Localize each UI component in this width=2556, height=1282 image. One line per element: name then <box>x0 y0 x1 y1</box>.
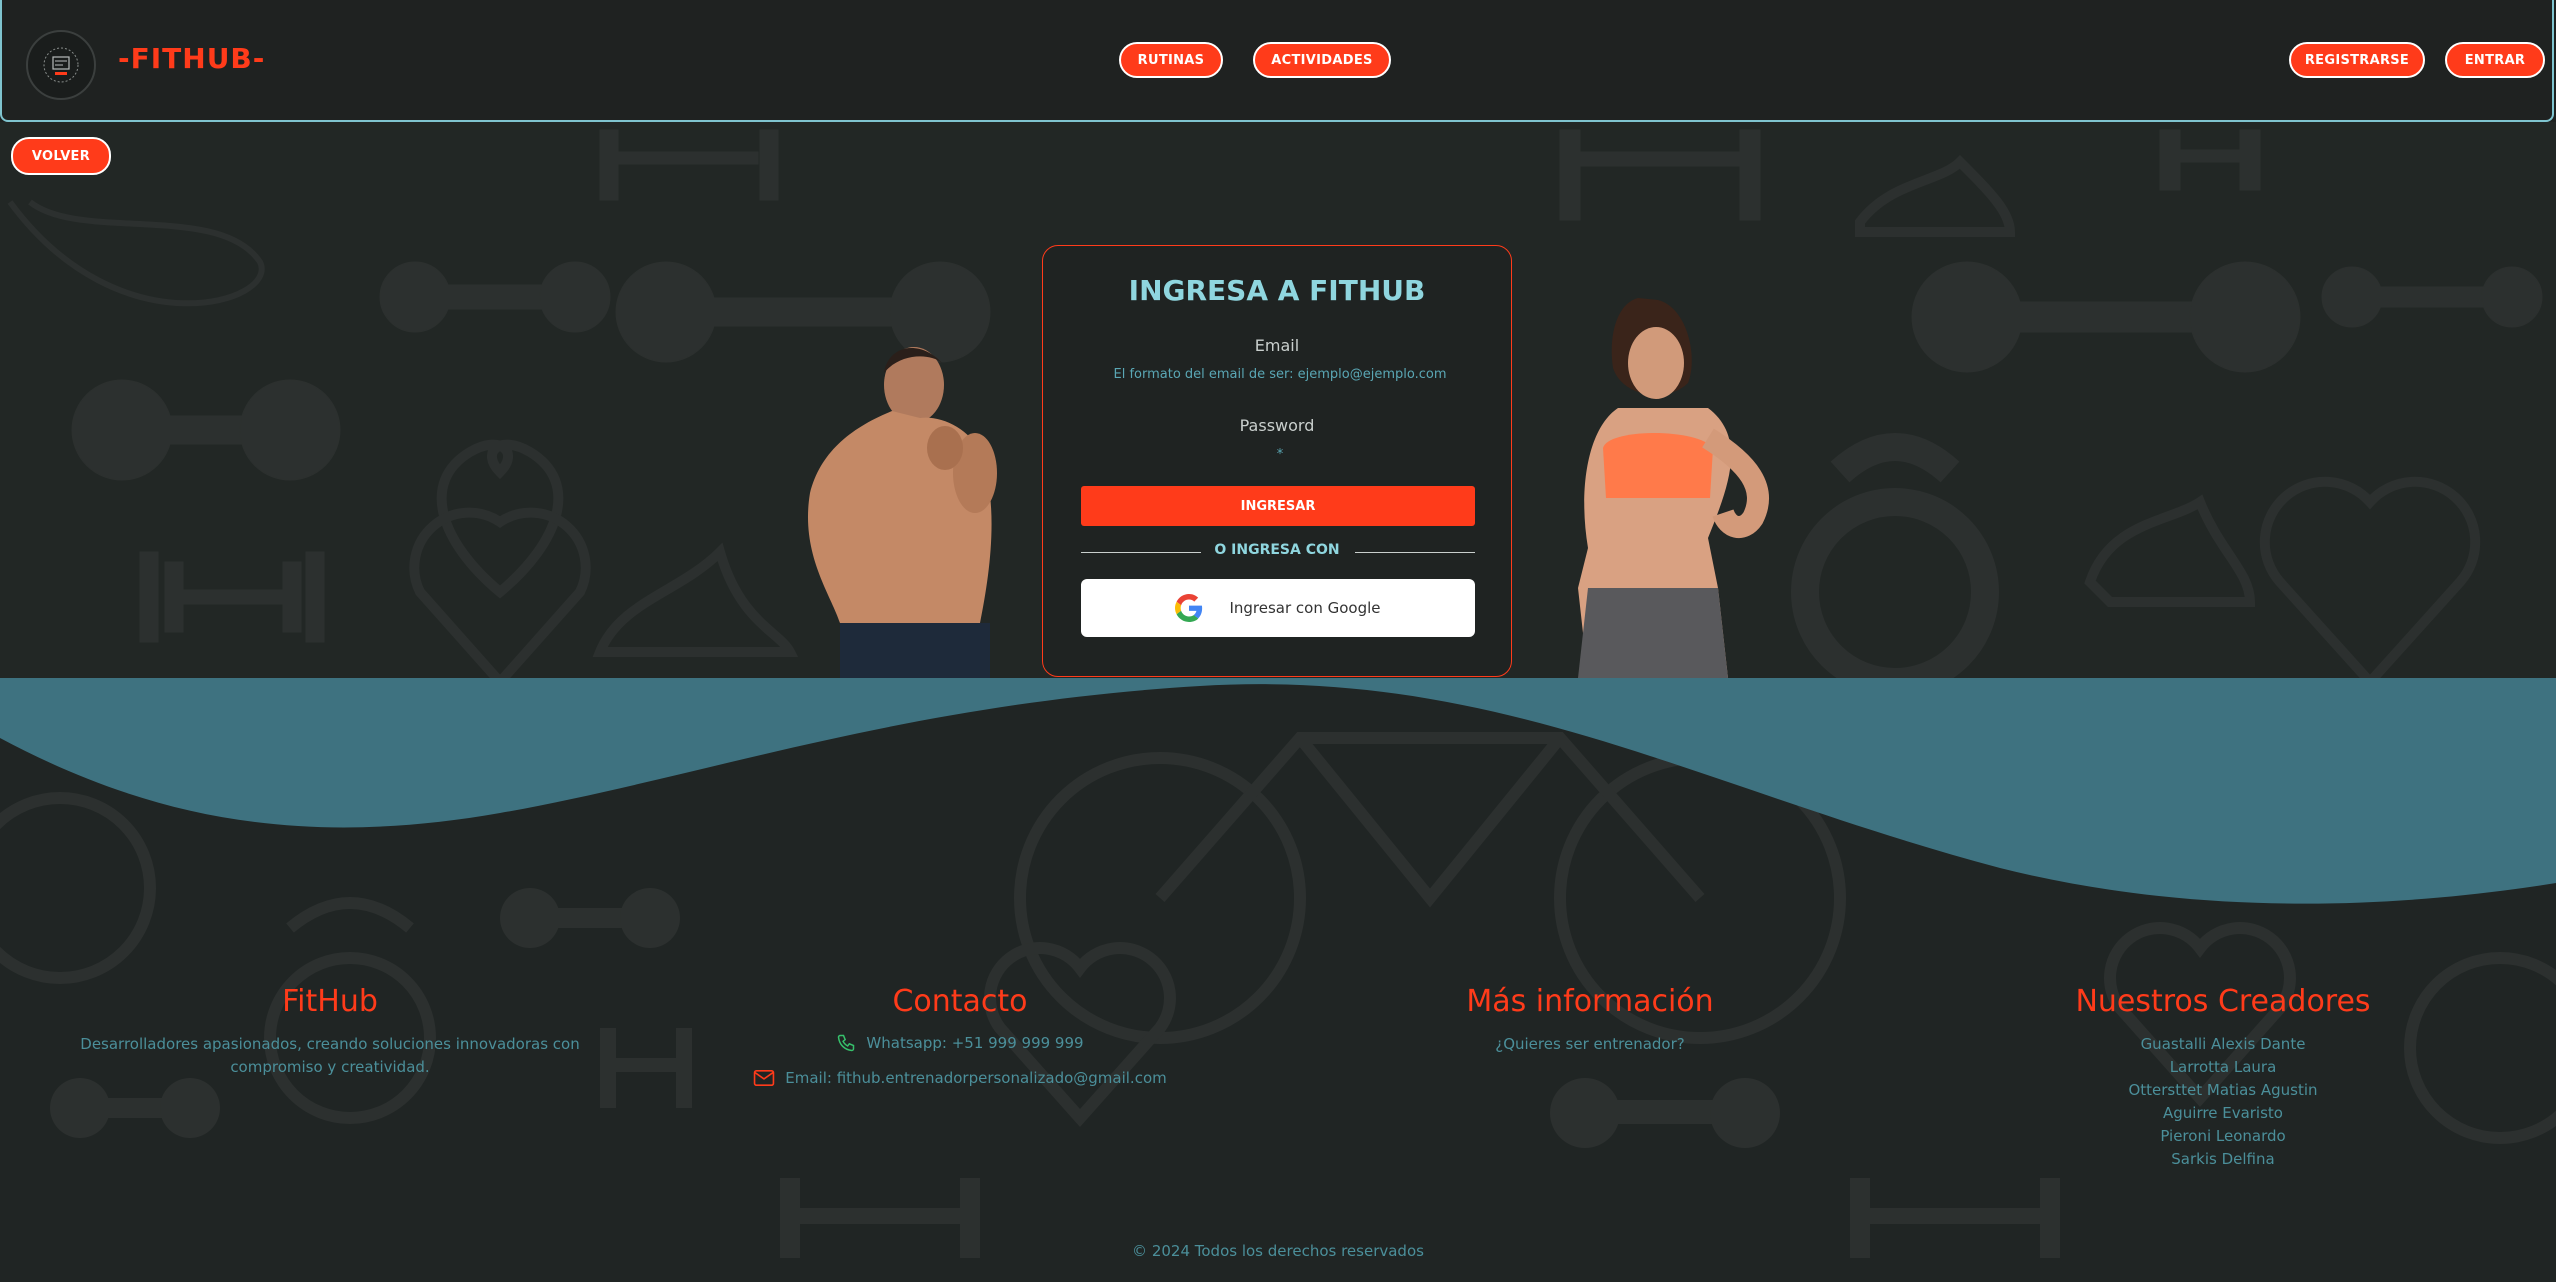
footer-about-column: FitHub Desarrolladores apasionados, crea… <box>70 984 590 1079</box>
divider-right-line <box>1355 552 1475 553</box>
copyright: © 2024 Todos los derechos reservados <box>1132 1242 1424 1260</box>
logo[interactable] <box>26 30 96 100</box>
email-input[interactable] <box>1073 362 1487 386</box>
login-card: INGRESA A FITHUB Email Password INGRESAR… <box>1042 245 1512 677</box>
divider-label: O INGRESA CON <box>1214 542 1340 558</box>
creator-name: Larrotta Laura <box>2169 1058 2277 1076</box>
password-input[interactable] <box>1073 442 1487 466</box>
password-label: Password <box>1239 416 1315 435</box>
login-title: INGRESA A FITHUB <box>1128 274 1426 307</box>
male-athlete-image <box>807 347 997 678</box>
creator-name: Ottersttet Matias Agustin <box>2128 1081 2318 1099</box>
footer-trainer-link[interactable]: ¿Quieres ser entrenador? <box>1380 1033 1800 1056</box>
footer-about-title: FitHub <box>282 984 378 1019</box>
mail-icon <box>753 1069 775 1087</box>
brand-title[interactable]: -FITHUB- <box>118 42 265 75</box>
register-button[interactable]: REGISTRARSE <box>2289 42 2425 78</box>
footer-email-line[interactable]: Email: fithub.entrenadorpersonalizado@gm… <box>700 1069 1220 1087</box>
creator-name: Guastalli Alexis Dante <box>2140 1035 2306 1053</box>
footer-contact-column: Contacto Whatsapp: +51 999 999 999 Email… <box>700 984 1220 1087</box>
google-login-button[interactable]: Ingresar con Google <box>1081 579 1475 637</box>
google-icon <box>1175 594 1203 622</box>
nav-rutinas-button[interactable]: RUTINAS <box>1119 42 1223 78</box>
footer-whatsapp-line[interactable]: Whatsapp: +51 999 999 999 <box>700 1033 1220 1053</box>
back-button[interactable]: VOLVER <box>11 137 111 175</box>
footer-creators-title: Nuestros Creadores <box>2075 984 2371 1019</box>
logo-icon <box>43 47 79 83</box>
creator-name: Aguirre Evaristo <box>2163 1104 2283 1122</box>
wave-divider <box>0 678 2556 904</box>
footer-info-column: Más información ¿Quieres ser entrenador? <box>1380 984 1800 1056</box>
email-label: Email <box>1254 336 1300 355</box>
footer: FitHub Desarrolladores apasionados, crea… <box>0 678 2556 1282</box>
footer-whatsapp-text: Whatsapp: +51 999 999 999 <box>866 1034 1084 1052</box>
creator-name: Sarkis Delfina <box>2171 1150 2275 1168</box>
female-athlete-image <box>1578 298 1769 678</box>
google-login-label: Ingresar con Google <box>1229 599 1381 617</box>
ingresar-button[interactable]: INGRESAR <box>1081 486 1475 526</box>
top-navbar: -FITHUB- RUTINAS ACTIVIDADES REGISTRARSE… <box>0 0 2554 122</box>
nav-actividades-button[interactable]: ACTIVIDADES <box>1253 42 1391 78</box>
footer-email-text: Email: fithub.entrenadorpersonalizado@gm… <box>785 1069 1167 1087</box>
login-button[interactable]: ENTRAR <box>2445 42 2545 78</box>
footer-creators-column: Nuestros Creadores Guastalli Alexis Dant… <box>2030 984 2416 1171</box>
footer-contact-title: Contacto <box>892 984 1028 1019</box>
footer-info-title: Más información <box>1466 984 1714 1019</box>
creator-name: Pieroni Leonardo <box>2160 1127 2286 1145</box>
phone-icon <box>838 1034 855 1052</box>
footer-about-text: Desarrolladores apasionados, creando sol… <box>80 1035 580 1076</box>
